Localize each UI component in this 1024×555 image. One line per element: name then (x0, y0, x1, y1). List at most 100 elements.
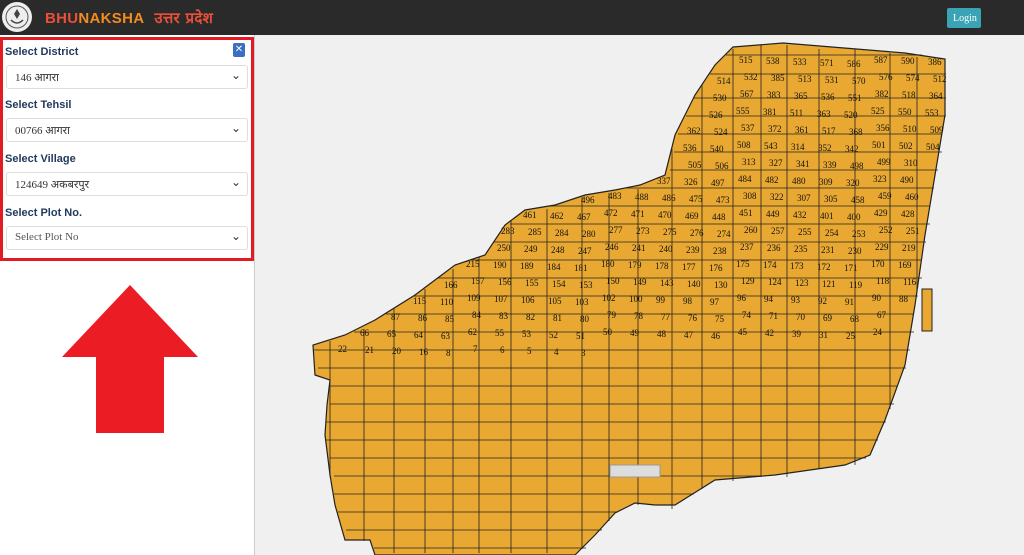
plot-number-label[interactable]: 253 (852, 229, 866, 239)
plot-number-label[interactable]: 339 (823, 160, 837, 170)
plot-number-label[interactable]: 86 (418, 313, 428, 323)
plot-number-label[interactable]: 486 (662, 193, 676, 203)
plot-number-label[interactable]: 501 (872, 140, 886, 150)
plot-number-label[interactable]: 432 (793, 210, 807, 220)
plot-number-label[interactable]: 175 (736, 259, 750, 269)
plot-number-label[interactable]: 307 (797, 193, 811, 203)
plot-number-label[interactable]: 115 (413, 296, 427, 306)
plot-number-label[interactable]: 96 (737, 293, 747, 303)
plot-number-label[interactable]: 143 (660, 278, 674, 288)
plot-number-label[interactable]: 509 (930, 125, 944, 135)
plot-number-label[interactable]: 229 (875, 242, 889, 252)
plot-number-label[interactable]: 66 (360, 328, 370, 338)
plot-number-label[interactable]: 39 (792, 329, 802, 339)
plot-number-label[interactable]: 285 (528, 227, 542, 237)
plot-number-label[interactable]: 51 (576, 331, 585, 341)
plot-number-label[interactable]: 64 (414, 330, 424, 340)
plot-select[interactable]: Select Plot No ⌄ (6, 226, 248, 250)
plot-number-label[interactable]: 90 (872, 293, 882, 303)
plot-number-label[interactable]: 94 (764, 294, 774, 304)
plot-number-label[interactable]: 385 (771, 73, 785, 83)
plot-number-label[interactable]: 4 (554, 347, 559, 357)
plot-number-label[interactable]: 498 (850, 161, 864, 171)
plot-number-label[interactable]: 570 (852, 76, 866, 86)
plot-number-label[interactable]: 173 (790, 261, 804, 271)
plot-number-label[interactable]: 490 (900, 175, 914, 185)
plot-number-label[interactable]: 81 (553, 313, 562, 323)
village-select[interactable]: 124649 अकबरपुर ⌄ (6, 172, 248, 196)
plot-number-label[interactable]: 553 (925, 108, 939, 118)
plot-number-label[interactable]: 504 (926, 142, 940, 152)
plot-number-label[interactable]: 309 (819, 177, 833, 187)
plot-number-label[interactable]: 530 (713, 93, 727, 103)
plot-number-label[interactable]: 472 (604, 208, 618, 218)
plot-number-label[interactable]: 105 (548, 296, 562, 306)
plot-number-label[interactable]: 83 (499, 311, 509, 321)
plot-number-label[interactable]: 326 (684, 177, 698, 187)
plot-number-label[interactable]: 571 (820, 58, 834, 68)
plot-number-label[interactable]: 102 (602, 293, 616, 303)
plot-number-label[interactable]: 470 (658, 210, 672, 220)
plot-number-label[interactable]: 25 (846, 331, 856, 341)
plot-number-label[interactable]: 482 (765, 175, 779, 185)
plot-number-label[interactable]: 540 (710, 144, 724, 154)
plot-number-label[interactable]: 515 (739, 55, 753, 65)
plot-number-label[interactable]: 156 (498, 277, 512, 287)
plot-number-label[interactable]: 512 (933, 74, 947, 84)
plot-number-label[interactable]: 576 (879, 72, 893, 82)
plot-number-label[interactable]: 55 (495, 328, 505, 338)
plot-number-label[interactable]: 531 (825, 75, 839, 85)
plot-number-label[interactable]: 121 (822, 279, 836, 289)
plot-number-label[interactable]: 400 (847, 212, 861, 222)
plot-number-label[interactable]: 467 (577, 212, 591, 222)
plot-number-label[interactable]: 323 (873, 174, 887, 184)
plot-number-label[interactable]: 496 (581, 195, 595, 205)
plot-number-label[interactable]: 91 (845, 297, 854, 307)
plot-number-label[interactable]: 260 (744, 225, 758, 235)
plot-number-label[interactable]: 124 (768, 277, 782, 287)
plot-number-label[interactable]: 219 (902, 243, 916, 253)
plot-number-label[interactable]: 46 (711, 331, 721, 341)
plot-number-label[interactable]: 277 (609, 225, 623, 235)
plot-number-label[interactable]: 155 (525, 278, 539, 288)
plot-number-label[interactable]: 118 (876, 276, 890, 286)
plot-number-label[interactable]: 484 (738, 174, 752, 184)
plot-number-label[interactable]: 177 (682, 262, 696, 272)
plot-number-label[interactable]: 536 (821, 92, 835, 102)
plot-number-label[interactable]: 483 (608, 191, 622, 201)
plot-number-label[interactable]: 63 (441, 331, 451, 341)
plot-number-label[interactable]: 172 (817, 262, 831, 272)
plot-number-label[interactable]: 123 (795, 278, 809, 288)
cadastral-map[interactable]: 515 538 533 571 586 587 590 386514 532 385 513 531 5… (255, 35, 1024, 555)
plot-number-label[interactable]: 184 (547, 262, 561, 272)
tehsil-select[interactable]: 00766 आगरा ⌄ (6, 118, 248, 142)
plot-number-label[interactable]: 231 (821, 245, 835, 255)
plot-number-label[interactable]: 129 (741, 276, 755, 286)
plot-number-label[interactable]: 241 (632, 243, 646, 253)
plot-number-label[interactable]: 383 (767, 90, 781, 100)
plot-number-label[interactable]: 80 (580, 314, 590, 324)
plot-number-label[interactable]: 586 (847, 59, 861, 69)
plot-number-label[interactable]: 42 (765, 328, 774, 338)
login-button[interactable]: Login (947, 8, 981, 28)
plot-number-label[interactable]: 153 (579, 280, 593, 290)
plot-number-label[interactable]: 502 (899, 141, 913, 151)
plot-number-label[interactable]: 497 (711, 178, 725, 188)
plot-number-label[interactable]: 275 (663, 227, 677, 237)
plot-number-label[interactable]: 352 (818, 143, 832, 153)
plot-number-label[interactable]: 475 (689, 194, 703, 204)
plot-number-label[interactable]: 179 (628, 260, 642, 270)
plot-number-label[interactable]: 20 (392, 346, 402, 356)
plot-number-label[interactable]: 252 (879, 225, 893, 235)
plot-number-label[interactable]: 103 (575, 297, 589, 307)
plot-number-label[interactable]: 257 (771, 226, 785, 236)
plot-number-label[interactable]: 99 (656, 295, 666, 305)
plot-number-label[interactable]: 508 (737, 140, 751, 150)
plot-number-label[interactable]: 533 (793, 57, 807, 67)
plot-number-label[interactable]: 189 (520, 261, 534, 271)
plot-number-label[interactable]: 249 (524, 244, 538, 254)
plot-number-label[interactable]: 524 (714, 127, 728, 137)
plot-number-label[interactable]: 174 (763, 260, 777, 270)
plot-number-label[interactable]: 76 (688, 313, 698, 323)
plot-number-label[interactable]: 308 (743, 191, 757, 201)
